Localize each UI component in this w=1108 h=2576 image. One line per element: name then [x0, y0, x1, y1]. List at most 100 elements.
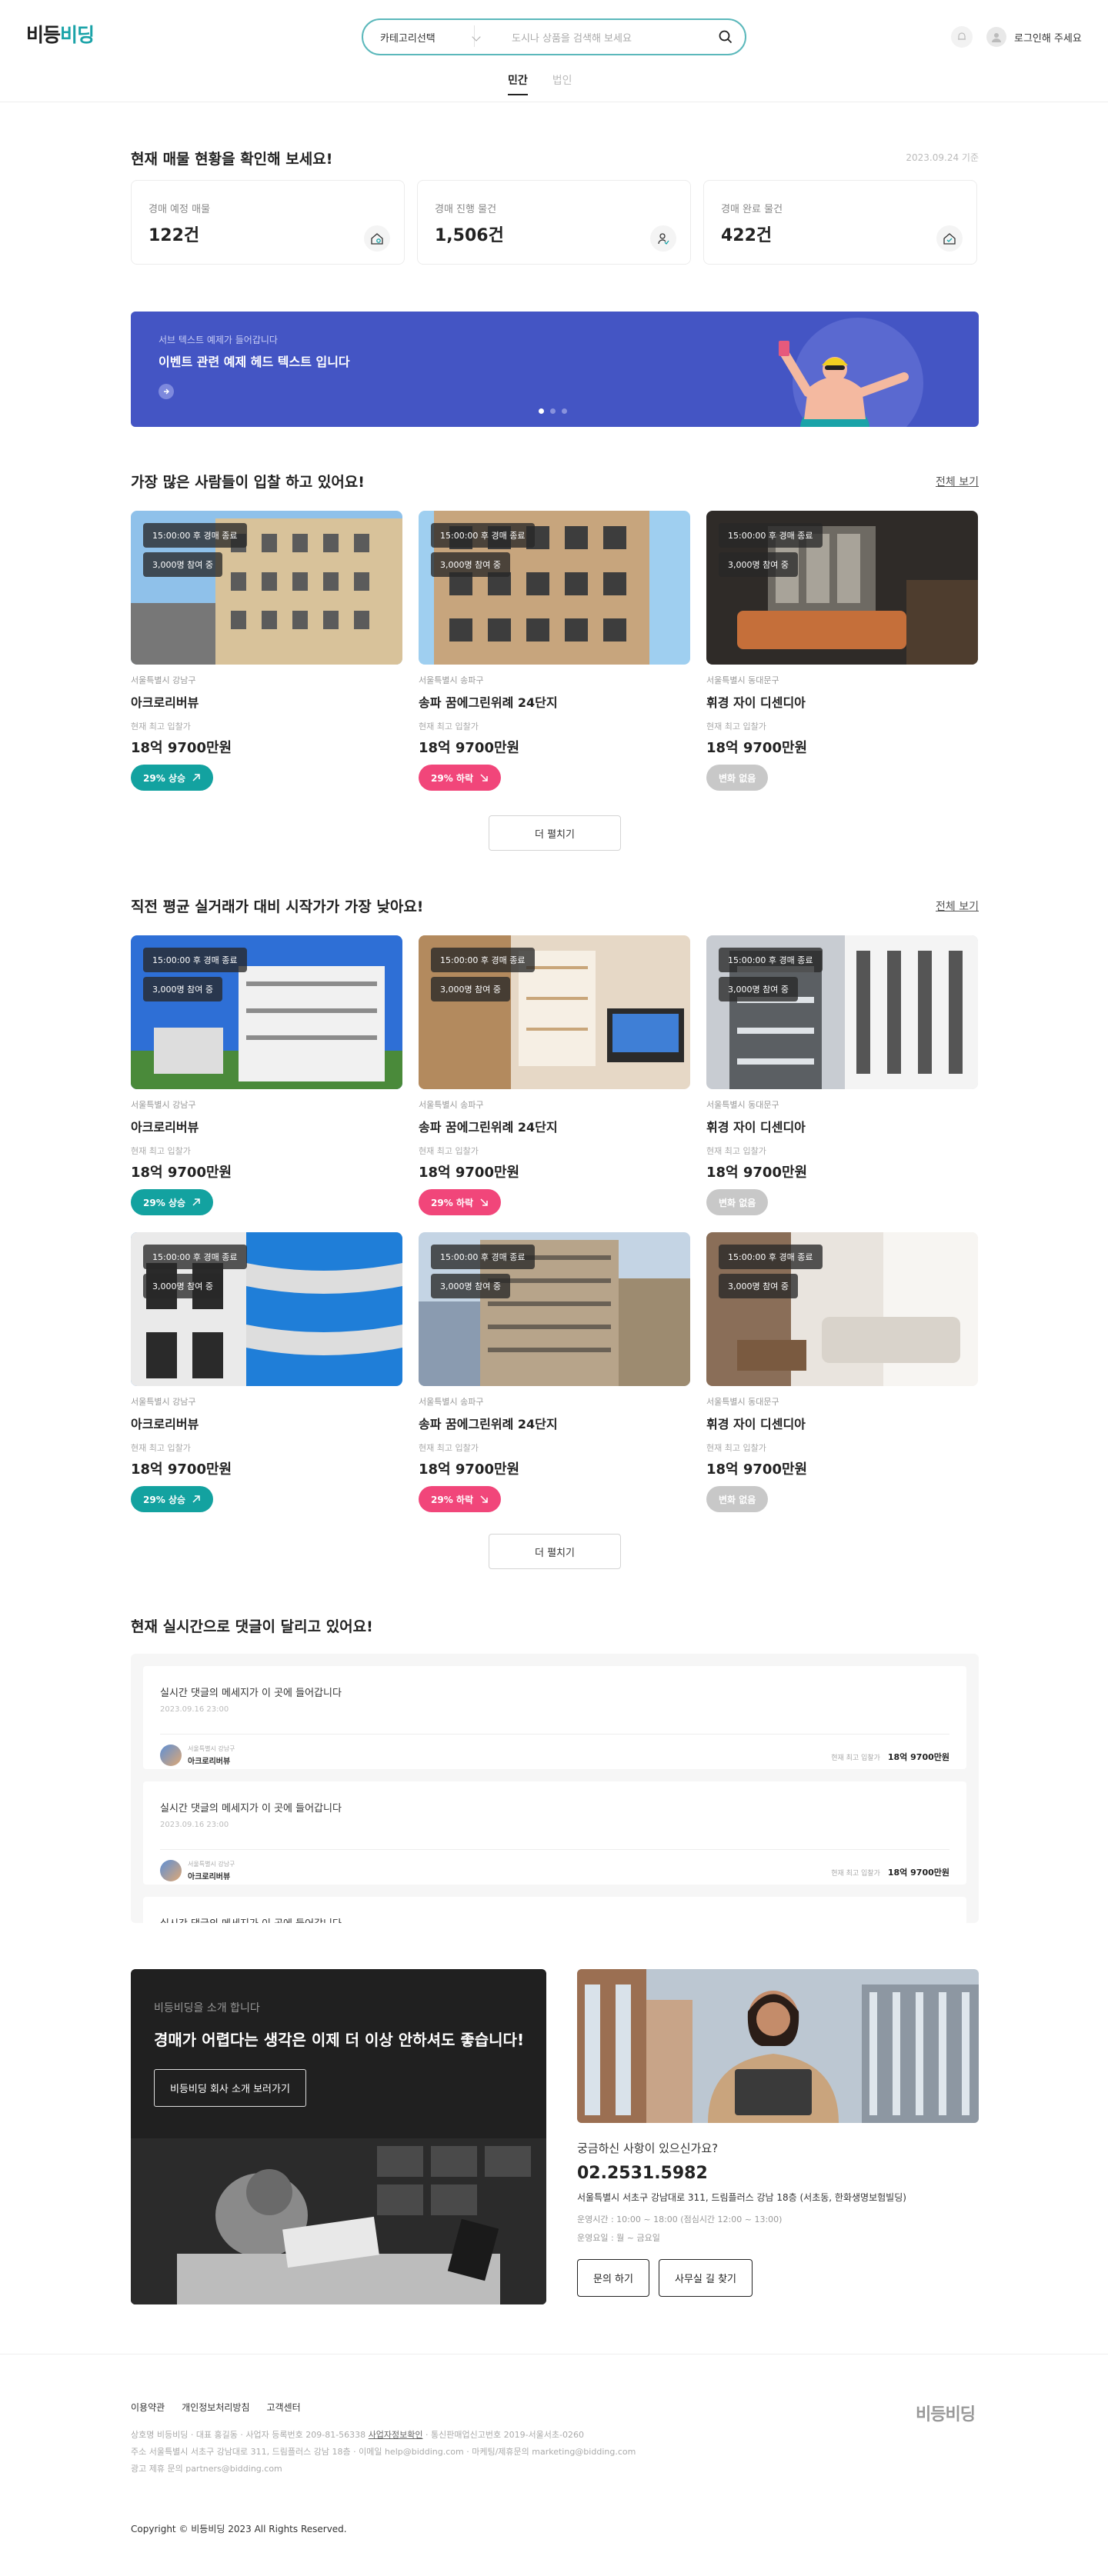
comment-list[interactable]: 실시간 댓글의 메세지가 이 곳에 들어갑니다 2023.09.16 23:00…: [131, 1654, 979, 1923]
participants-badge: 3,000명 참여 중: [719, 1274, 798, 1298]
intro-card: 비등비딩을 소개 합니다 경매가 어렵다는 생각은 이제 더 이상 안하셔도 좋…: [131, 1969, 546, 2304]
participants-badge: 3,000명 참여 중: [719, 977, 798, 1001]
auction-card[interactable]: 15:00:00 후 경매 종료 3,000명 참여 중 서울특별시 동대문구 …: [706, 511, 978, 808]
inquiry-button[interactable]: 문의 하기: [577, 2259, 649, 2297]
stat-card-completed[interactable]: 경매 완료 물건 422건: [703, 180, 977, 265]
load-more-button[interactable]: 더 펼치기: [489, 1534, 621, 1569]
price-value: 18억 9700만원: [887, 1868, 949, 1878]
pagination-dot[interactable]: [550, 408, 556, 414]
auction-card[interactable]: 15:00:00 후 경매 종료 3,000명 참여 중 서울특별시 송파구 송…: [419, 511, 690, 808]
user-check-icon: [650, 225, 676, 252]
property-price: 18억 9700만원: [706, 740, 808, 756]
login-link[interactable]: 로그인해 주세요: [1014, 30, 1082, 45]
pagination-dot[interactable]: [539, 408, 544, 414]
auction-card[interactable]: 15:00:00 후 경매 종료 3,000명 참여 중 서울특별시 강남구 아…: [131, 1232, 402, 1529]
load-more-button[interactable]: 더 펼치기: [489, 815, 621, 851]
auction-timer-badge: 15:00:00 후 경매 종료: [143, 523, 247, 548]
price-change-badge: 29% 상승: [131, 1189, 213, 1215]
business-info-link[interactable]: 사업자정보확인: [369, 2430, 423, 2440]
comment-text: 실시간 댓글의 메세지가 이 곳에 들어갑니다: [160, 1915, 949, 1923]
tab-corporate[interactable]: 법인: [552, 72, 572, 95]
banner-title: 이벤트 관련 예제 헤드 텍스트 입니다: [159, 355, 350, 369]
auction-card[interactable]: 15:00:00 후 경매 종료 3,000명 참여 중 서울특별시 강남구 아…: [131, 511, 402, 808]
property-location: 서울특별시 강남구: [131, 1397, 196, 1407]
auction-card[interactable]: 15:00:00 후 경매 종료 3,000명 참여 중 서울특별시 동대문구 …: [706, 1232, 978, 1529]
intro-subtitle: 비등비딩을 소개 합니다: [154, 2002, 260, 2014]
pagination-dot[interactable]: [562, 408, 567, 414]
terms-link[interactable]: 이용약관: [131, 2401, 165, 2414]
auction-timer-badge: 15:00:00 후 경매 종료: [431, 523, 535, 548]
contact-days: 운영요일 : 월 ~ 금요일: [577, 2233, 660, 2243]
stat-card-ongoing[interactable]: 경매 진행 물건 1,506건: [417, 180, 691, 265]
contact-card: 궁금하신 사항이 있으신가요? 02.2531.5982 서울특별시 서초구 강…: [577, 1969, 979, 2297]
auction-timer-badge: 15:00:00 후 경매 종료: [143, 948, 247, 972]
change-text: 29% 하락: [431, 1494, 473, 1505]
privacy-link[interactable]: 개인정보처리방침: [182, 2401, 249, 2414]
search-icon[interactable]: [706, 30, 745, 44]
property-image: 15:00:00 후 경매 종료 3,000명 참여 중: [706, 935, 978, 1089]
character-illustration: [779, 341, 909, 427]
stats-date: 2023.09.24 기준: [906, 152, 979, 163]
tab-private[interactable]: 민간: [508, 72, 528, 95]
change-text: 변화 없음: [719, 1197, 756, 1208]
user-avatar-icon[interactable]: [986, 27, 1006, 47]
live-comments-section: 현재 실시간으로 댓글이 달리고 있어요! 실시간 댓글의 메세지가 이 곳에 …: [131, 1615, 979, 1931]
property-location: 서울특별시 동대문구: [706, 1100, 779, 1110]
property-name: 휘경 자이 디센디아: [706, 695, 806, 710]
participants-badge: 3,000명 참여 중: [143, 1274, 222, 1298]
participants-badge: 3,000명 참여 중: [431, 1274, 510, 1298]
property-price: 18억 9700만원: [706, 1165, 808, 1181]
popular-grid: 15:00:00 후 경매 종료 3,000명 참여 중 서울특별시 강남구 아…: [131, 511, 978, 808]
price-value: 18억 9700만원: [887, 1752, 949, 1762]
price-label: 현재 최고 입찰가: [706, 721, 766, 731]
event-banner[interactable]: 서브 텍스트 예제가 들어갑니다 이벤트 관련 예제 헤드 텍스트 입니다: [131, 312, 979, 427]
popular-view-all-link[interactable]: 전체 보기: [936, 474, 979, 489]
property-price: 18억 9700만원: [706, 1461, 808, 1478]
banner-pagination: [539, 408, 567, 414]
directions-button[interactable]: 사무실 길 찾기: [658, 2259, 753, 2297]
property-price: 18억 9700만원: [419, 1461, 520, 1478]
auction-card[interactable]: 15:00:00 후 경매 종료 3,000명 참여 중 서울특별시 송파구 송…: [419, 935, 690, 1232]
comment-property: 서울특별시 강남구 아크로리버뷰: [160, 1745, 235, 1766]
lowest-view-all-link[interactable]: 전체 보기: [936, 898, 979, 914]
header: 비등비딩 카테고리선택 도시나 상품을 검색해 보세요 로그인해 주세요 민간 …: [0, 0, 1108, 102]
contact-phone[interactable]: 02.2531.5982: [577, 2164, 979, 2183]
price-label: 현재 최고 입찰가: [831, 1870, 880, 1878]
price-change-badge: 변화 없음: [706, 1189, 769, 1215]
comment-item[interactable]: 실시간 댓글의 메세지가 이 곳에 들어갑니다: [143, 1897, 966, 1923]
contact-address: 서울특별시 서초구 강남대로 311, 드림플러스 강남 18층 (서초동, 한…: [577, 2192, 906, 2203]
price-change-badge: 29% 상승: [131, 765, 213, 791]
auction-card[interactable]: 15:00:00 후 경매 종료 3,000명 참여 중 서울특별시 강남구 아…: [131, 935, 402, 1232]
property-image: 15:00:00 후 경매 종료 3,000명 참여 중: [419, 1232, 690, 1386]
stat-value: 422건: [721, 226, 773, 245]
change-text: 29% 하락: [431, 1197, 473, 1208]
property-image: 15:00:00 후 경매 종료 3,000명 참여 중: [706, 511, 978, 665]
property-location: 서울특별시 송파구: [419, 1100, 484, 1110]
change-text: 29% 하락: [431, 772, 473, 784]
participants-badge: 3,000명 참여 중: [719, 552, 798, 577]
comment-date: 2023.09.16 23:00: [160, 1821, 229, 1829]
arrow-right-icon[interactable]: [159, 384, 174, 399]
stat-card-upcoming[interactable]: 경매 예정 매물 122건: [131, 180, 405, 265]
stat-label: 경매 완료 물건: [721, 204, 783, 215]
support-link[interactable]: 고객센터: [267, 2401, 301, 2414]
logo[interactable]: 비등비딩: [26, 20, 95, 48]
company-info-line: 상호명 비등비딩 · 대표 홍길동 · 사업자 등록번호 209-81-5633…: [131, 2430, 366, 2440]
arrow-up-right-icon: [192, 774, 200, 781]
bell-icon[interactable]: [951, 26, 973, 48]
search-input[interactable]: 도시나 상품을 검색해 보세요: [475, 30, 706, 45]
comment-item[interactable]: 실시간 댓글의 메세지가 이 곳에 들어갑니다 2023.09.16 23:00…: [143, 1666, 966, 1769]
lowest-title: 직전 평균 실거래가 대비 시작가가 가장 낮아요!: [131, 898, 424, 915]
auction-card[interactable]: 15:00:00 후 경매 종료 3,000명 참여 중 서울특별시 동대문구 …: [706, 935, 978, 1232]
auction-card[interactable]: 15:00:00 후 경매 종료 3,000명 참여 중 서울특별시 송파구 송…: [419, 1232, 690, 1529]
company-intro-button[interactable]: 비등비딩 회사 소개 보러가기: [154, 2069, 306, 2107]
price-label: 현재 최고 입찰가: [419, 721, 479, 731]
property-location: 서울특별시 송파구: [419, 675, 484, 685]
property-image: 15:00:00 후 경매 종료 3,000명 참여 중: [131, 935, 402, 1089]
comment-item[interactable]: 실시간 댓글의 메세지가 이 곳에 들어갑니다 2023.09.16 23:00…: [143, 1781, 966, 1885]
arrow-down-right-icon: [480, 774, 488, 781]
property-image: 15:00:00 후 경매 종료 3,000명 참여 중: [419, 935, 690, 1089]
category-select[interactable]: 카테고리선택: [363, 25, 475, 47]
stats-title: 현재 매물 현황을 확인해 보세요!: [131, 151, 333, 168]
participants-badge: 3,000명 참여 중: [431, 977, 510, 1001]
